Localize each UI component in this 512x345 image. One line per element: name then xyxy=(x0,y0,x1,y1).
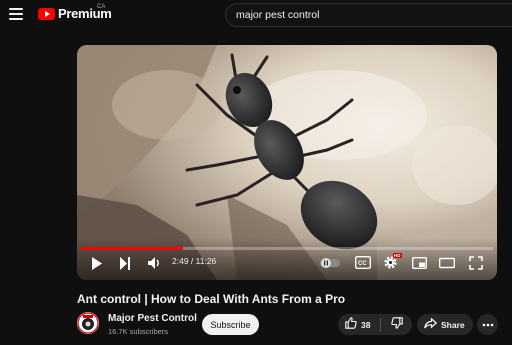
autoplay-toggle[interactable] xyxy=(320,257,340,269)
video-title: Ant control | How to Deal With Ants From… xyxy=(77,292,346,306)
share-arrow-icon xyxy=(424,316,438,334)
youtube-logo-icon xyxy=(38,7,55,20)
like-count: 38 xyxy=(361,319,371,330)
dislike-button[interactable] xyxy=(381,314,412,335)
progress-fill xyxy=(81,247,183,250)
channel-avatar[interactable] xyxy=(77,312,99,334)
search-input[interactable]: major pest control xyxy=(225,3,512,27)
thumbs-up-icon xyxy=(345,316,357,334)
play-icon[interactable] xyxy=(91,257,103,270)
like-button[interactable]: 38 xyxy=(338,314,380,335)
share-label: Share xyxy=(441,319,465,330)
miniplayer-icon[interactable] xyxy=(412,257,427,269)
progress-bar[interactable] xyxy=(81,247,493,250)
subscriber-count: 16.7K subscribers xyxy=(108,327,169,336)
channel-name[interactable]: Major Pest Control xyxy=(108,313,197,324)
logo-country-code: CA xyxy=(97,4,106,10)
settings-gear-icon[interactable]: HD xyxy=(383,253,402,270)
more-options-icon[interactable] xyxy=(477,314,498,335)
captions-icon[interactable]: CC xyxy=(355,256,371,269)
share-button[interactable]: Share xyxy=(417,314,473,335)
theater-mode-icon[interactable] xyxy=(439,257,455,269)
time-display: 2:49 / 11:26 xyxy=(172,256,217,266)
svg-text:CC: CC xyxy=(358,261,367,267)
video-player[interactable]: 2:49 / 11:26 CC HD xyxy=(77,45,497,280)
search-query-text: major pest control xyxy=(236,9,320,21)
top-bar: Premium CA major pest control xyxy=(0,0,512,32)
next-icon[interactable] xyxy=(119,257,131,270)
volume-icon[interactable] xyxy=(147,256,161,270)
player-controls: 2:49 / 11:26 CC HD xyxy=(77,238,497,280)
thumbs-down-icon xyxy=(390,316,403,334)
hd-badge: HD xyxy=(393,253,402,258)
menu-icon[interactable] xyxy=(9,8,23,20)
like-dislike-group: 38 xyxy=(338,314,412,335)
subscribe-button[interactable]: Subscribe xyxy=(202,314,259,335)
fullscreen-icon[interactable] xyxy=(469,256,483,270)
